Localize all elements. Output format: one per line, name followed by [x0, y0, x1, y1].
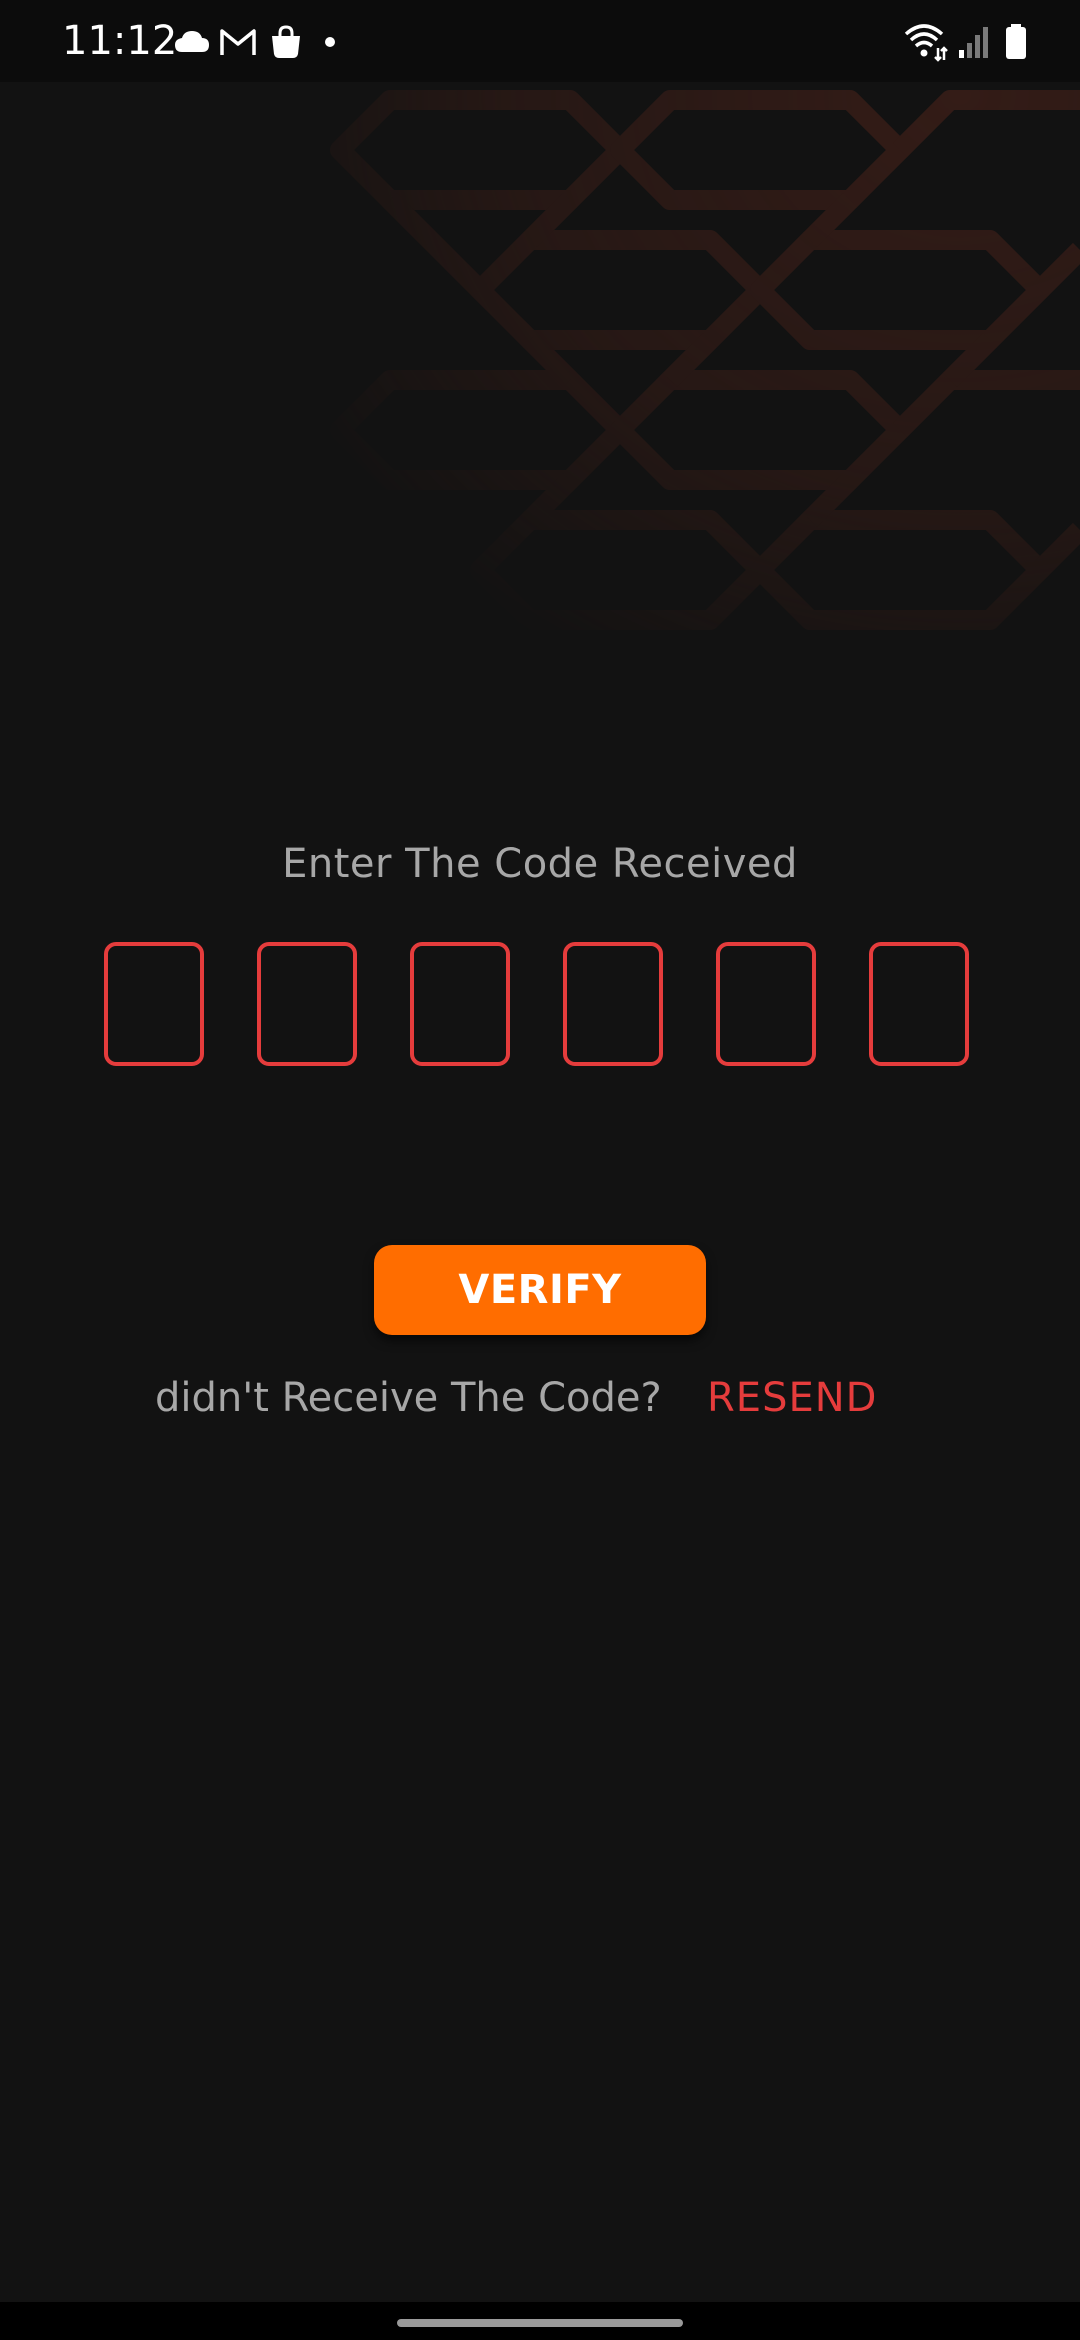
- otp-digit-5[interactable]: [716, 942, 816, 1066]
- resend-question-text: didn't Receive The Code?: [155, 1375, 662, 1421]
- navigation-bar: [0, 2302, 1080, 2340]
- wifi-icon: [902, 22, 950, 62]
- resend-link[interactable]: RESEND: [707, 1370, 877, 1426]
- status-bar: 11:12: [0, 0, 1080, 82]
- background-pattern: [330, 90, 1080, 630]
- verify-button[interactable]: VERIFY: [374, 1245, 706, 1335]
- battery-icon: [996, 22, 1036, 62]
- otp-digit-6[interactable]: [869, 942, 969, 1066]
- otp-digit-3[interactable]: [410, 942, 510, 1066]
- status-time: 11:12: [62, 18, 178, 64]
- otp-digit-4[interactable]: [563, 942, 663, 1066]
- dot-icon: [312, 22, 352, 62]
- otp-digit-1[interactable]: [104, 942, 204, 1066]
- signal-icon: [955, 22, 995, 62]
- home-gesture-handle[interactable]: [397, 2319, 683, 2327]
- otp-verification-screen: 11:12 Enter The Code Received VERIFY did…: [0, 0, 1080, 2340]
- page-title: Enter The Code Received: [282, 841, 798, 887]
- shopping-bag-icon: [266, 22, 306, 62]
- cloud-icon: [172, 22, 212, 62]
- resend-row: didn't Receive The Code? RESEND: [0, 1370, 1080, 1430]
- gmail-icon: [218, 22, 258, 62]
- otp-digit-2[interactable]: [257, 942, 357, 1066]
- otp-input-row: [104, 942, 976, 1072]
